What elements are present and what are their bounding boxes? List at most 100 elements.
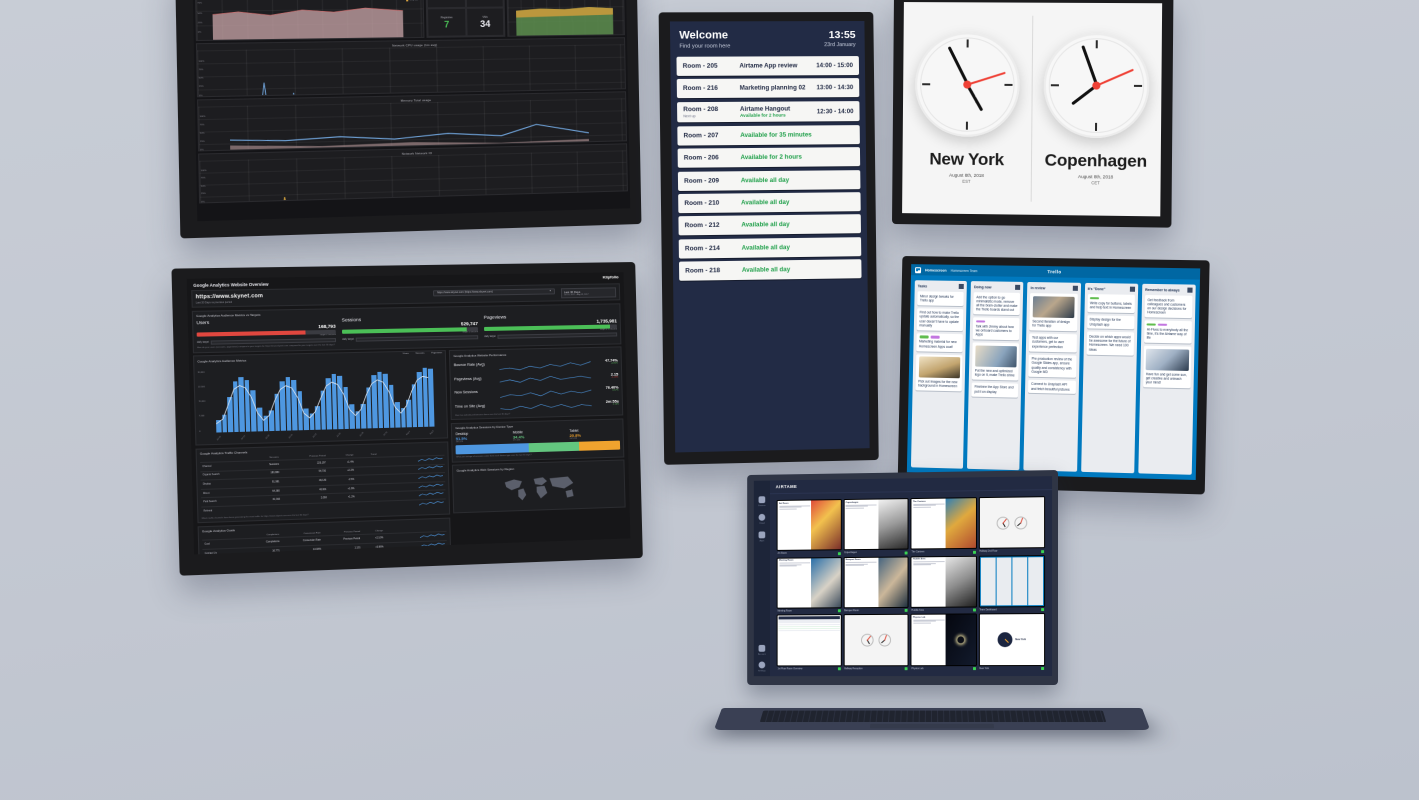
device-thumbnail[interactable]: Copenhagen	[843, 498, 909, 551]
card-text: Add the option to go minimalistic mode, …	[976, 294, 1018, 313]
room-row[interactable]: Room - 214 Available all day	[678, 236, 862, 259]
device-card[interactable]: Banquet Room Banquet Room	[843, 556, 909, 613]
trello-column[interactable]: Remember to always Get feedback from coll…	[1138, 283, 1196, 475]
trello-card[interactable]: Display design for the Unsplash app	[1086, 314, 1135, 330]
column-header: Tasks	[918, 283, 965, 290]
device-card[interactable]: Hallway Reception	[843, 614, 909, 671]
room-row[interactable]: Room - 216 Marketing planning 02 13:00 - 1…	[676, 78, 860, 99]
device-thumbnail[interactable]: Huddle Area	[910, 555, 977, 608]
region-map-card: Google Analytics Web Sessions by Region	[452, 459, 626, 514]
trello-column[interactable]: Doing now Add the option to go minimalist…	[967, 281, 1024, 471]
room-number: Room - 214	[684, 244, 720, 253]
trello-card[interactable]: Write copy for buttons, labels and help …	[1087, 294, 1135, 313]
column-menu-icon[interactable]	[1187, 287, 1193, 293]
device-thumbnail[interactable]: The Canteen	[910, 497, 977, 550]
device-card[interactable]: 1st Floor Room Overview	[776, 614, 842, 671]
room-row[interactable]: Room - 218 Available all day	[678, 259, 862, 281]
device-thumbnail[interactable]: Physics Lab	[910, 613, 977, 666]
trackpad[interactable]	[869, 723, 995, 729]
trello-card[interactable]: Connect to Unsplash API and fetch beauti…	[1028, 379, 1076, 395]
clock-copenhagen: Copenhagen August 8th, 2018 CET	[1031, 3, 1163, 217]
device-card[interactable]: Huddle Area Huddle Area	[910, 555, 977, 612]
room-row[interactable]: Room - 209 Available all day	[677, 169, 861, 191]
devices-icon[interactable]: Devices	[758, 496, 766, 507]
keyboard[interactable]	[759, 710, 1107, 723]
thumb-title: Huddle Area	[912, 558, 926, 561]
trello-card[interactable]: Finetune the App Store and put it on dis…	[971, 382, 1019, 398]
trello-card[interactable]: Talk with Jimmy about how we onboard cus…	[972, 317, 1020, 341]
performance-delta: 0.57%	[612, 389, 619, 392]
tick-3-icon	[1133, 84, 1143, 87]
trello-card[interactable]: Put the new and optimized logo on it, ma…	[972, 342, 1020, 381]
trello-column[interactable]: In review Second iteration of design for …	[1023, 281, 1081, 472]
trello-card[interactable]: Pick out images for the new background i…	[915, 353, 963, 392]
monitor-analytics-dashboard[interactable]: Google Analytics Website Overview Klipfo…	[171, 262, 643, 576]
room-row[interactable]: Room - 212 Available all day	[678, 214, 861, 236]
account-icon[interactable]: Account	[758, 644, 766, 656]
settings-icon[interactable]: Settings	[758, 661, 766, 672]
clock-date: August 8th, 2018	[949, 172, 984, 179]
device-thumbnail[interactable]	[776, 614, 842, 666]
device-card[interactable]: Art Room Art Room	[776, 499, 842, 555]
room-row[interactable]: Room - 206 Available for 2 hours	[677, 147, 861, 168]
room-row[interactable]: Room - 208 Next up Airtame Hangout Availabl…	[677, 100, 860, 123]
device-thumbnail[interactable]	[978, 496, 1046, 549]
column-menu-icon[interactable]	[1072, 285, 1078, 291]
column-title: Doing now	[973, 284, 992, 289]
trello-card[interactable]: Test apps with our customers, get to use…	[1029, 333, 1077, 353]
table-cell	[385, 542, 394, 552]
device-thumbnail[interactable]: Meeting Room	[776, 556, 842, 609]
trello-card[interactable]: Find out how to make Trello update autom…	[916, 307, 964, 332]
device-thumbnail[interactable]: New York	[978, 613, 1046, 666]
monitor-server-dashboard[interactable]: 100%75%50%25%0% busy iowaitbusy systembu…	[175, 0, 642, 239]
device-thumbnail[interactable]	[978, 554, 1046, 608]
room-row[interactable]: Room - 205 Airtame App review 14:00 - 15:0…	[676, 56, 860, 76]
device-thumbnail[interactable]	[843, 614, 909, 666]
device-card[interactable]: Team Dashboard	[978, 554, 1046, 612]
site-select[interactable]: https://www.skynet.com (https://www.skyn…	[432, 287, 556, 296]
trello-card[interactable]: Get feedback from colleagues and custome…	[1144, 294, 1193, 319]
world-map	[505, 475, 574, 501]
status-badge	[1041, 608, 1045, 612]
device-label: Copenhagen	[844, 552, 857, 555]
trello-column[interactable]: Tasks Minor design tweaks for Trello app F…	[910, 280, 968, 469]
trello-card[interactable]: Have fun and get some sun, get creative …	[1143, 345, 1192, 389]
device-card[interactable]: Physics Lab Physics Lab	[910, 613, 977, 671]
trello-card[interactable]: Marketing material for new Homescreen Ap…	[916, 333, 963, 352]
device-card[interactable]: Copenhagen Copenhagen	[843, 498, 909, 555]
trello-card[interactable]: Pre-production review of the Google Slid…	[1028, 354, 1077, 378]
date-range-picker[interactable]: Last 30 Days Jul 10, 2017 - Aug 08, 2017	[560, 286, 617, 298]
device-card[interactable]: The Canteen The Canteen	[910, 497, 977, 554]
card-label	[975, 320, 985, 323]
card-label	[1158, 323, 1168, 327]
status-badge	[972, 667, 976, 671]
card-label	[919, 335, 929, 339]
clock-date: August 8th, 2018	[1077, 174, 1114, 180]
kpi-users: Users 168,793 Target = 180,000 daily tar…	[196, 318, 337, 346]
device-card[interactable]: New York New York	[978, 613, 1046, 671]
monitor-world-clocks[interactable]: New York August 8th, 2018 EST Copenhagen…	[891, 0, 1174, 228]
monitor-room-booking[interactable]: Welcome Find your room here 13:55 23rd J…	[658, 11, 879, 465]
device-thumbnail[interactable]: Banquet Room	[843, 556, 909, 609]
device-card[interactable]: Hallway 2nd Floor	[978, 496, 1046, 553]
trello-board-icon	[915, 266, 922, 273]
trello-card[interactable]: Add the option to go minimalistic mode, …	[973, 292, 1021, 316]
clock-city: Copenhagen	[1044, 150, 1148, 171]
column-title: In review	[1030, 285, 1046, 290]
column-menu-icon[interactable]	[1129, 286, 1135, 292]
trello-card[interactable]: Minor design tweaks for Trello app	[917, 291, 964, 306]
trello-card[interactable]: Second iteration of design for Trello ap…	[1029, 293, 1078, 331]
room-row[interactable]: Room - 210 Available all day	[678, 192, 861, 214]
trello-column[interactable]: It's "Done" Write copy for buttons, label…	[1080, 282, 1139, 474]
column-menu-icon[interactable]	[958, 283, 965, 290]
trello-card[interactable]: Hi-Fives to everybody all the time, it's…	[1143, 320, 1192, 344]
globe-icon[interactable]: Cloud	[758, 513, 766, 525]
google-analytics-dashboard: Google Analytics Website Overview Klipfo…	[186, 272, 631, 555]
device-thumbnail[interactable]: Art Room	[776, 499, 842, 552]
apps-icon[interactable]: Apps	[758, 531, 766, 542]
device-card[interactable]: Meeting Room Meeting Room	[776, 556, 842, 613]
room-row[interactable]: Room - 207 Available for 35 minutes	[677, 124, 860, 146]
column-menu-icon[interactable]	[1015, 284, 1021, 290]
trello-card[interactable]: Decide on which apps would be awesome fo…	[1086, 331, 1134, 356]
monitor-trello-board[interactable]: Homescreen Homescreen Team Trello Tasks M…	[897, 256, 1210, 495]
